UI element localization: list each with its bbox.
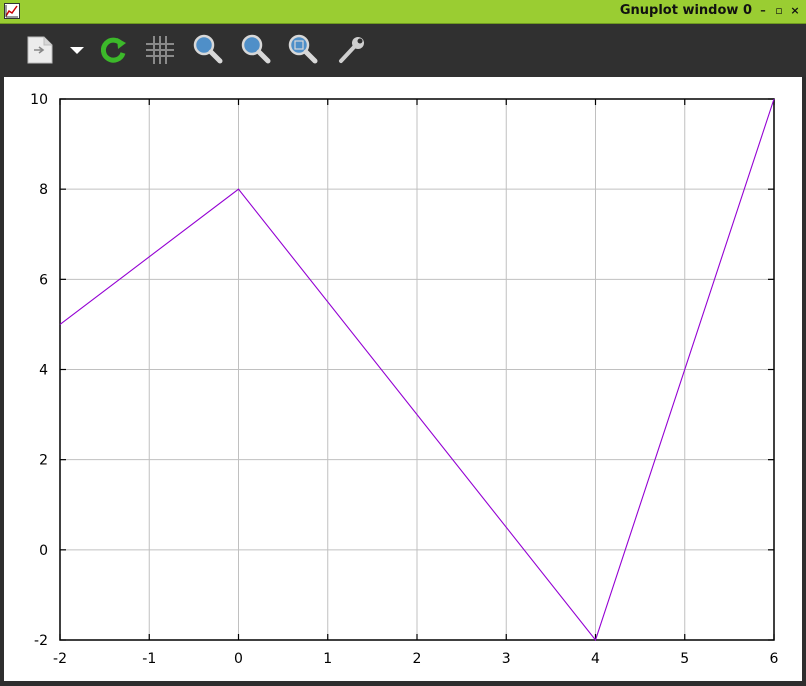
toolbar <box>0 24 806 77</box>
x-tick-label: 0 <box>234 651 243 667</box>
autoscale-icon <box>288 34 318 64</box>
x-tick-label: -1 <box>142 651 156 667</box>
x-tick-label: 3 <box>502 651 511 667</box>
gnuplot-app-icon[interactable] <box>4 3 20 19</box>
x-tick-label: 2 <box>413 651 422 667</box>
autoscale-button[interactable] <box>285 32 321 68</box>
restore-button[interactable]: ▫ <box>772 3 786 19</box>
x-tick-label: 6 <box>770 651 779 667</box>
export-dropdown-button[interactable] <box>62 32 90 68</box>
replot-button[interactable] <box>95 32 131 68</box>
export-dropdown-icon <box>70 47 84 54</box>
replot-icon <box>100 37 126 63</box>
y-tick-label: 0 <box>39 543 48 559</box>
zoom-previous-button[interactable] <box>190 32 226 68</box>
line-chart: -2 -1 0 1 2 3 4 5 6 -2 0 2 4 6 8 10 <box>30 92 779 667</box>
gnuplot-window: Gnuplot window 0 – ▫ × -2 -1 0 1 2 3 4 5… <box>0 0 806 686</box>
y-tick-label: 4 <box>39 363 48 379</box>
zoom-next-icon <box>241 34 271 64</box>
y-tick-label: 2 <box>39 453 48 469</box>
plot-canvas[interactable]: -2 -1 0 1 2 3 4 5 6 -2 0 2 4 6 8 10 <box>4 77 802 681</box>
y-tick-label: -2 <box>34 633 48 649</box>
settings-button[interactable] <box>333 32 369 68</box>
zoom-previous-icon <box>193 34 223 64</box>
y-tick-label: 10 <box>30 92 48 108</box>
settings-icon <box>339 37 364 63</box>
title-bar[interactable]: Gnuplot window 0 – ▫ × <box>0 0 806 24</box>
x-tick-label: -2 <box>53 651 67 667</box>
close-button[interactable]: × <box>788 3 802 19</box>
export-icon <box>27 36 53 64</box>
grid-button[interactable] <box>142 32 178 68</box>
grid-icon <box>146 36 174 64</box>
x-tick-label: 5 <box>680 651 689 667</box>
y-tick-label: 8 <box>39 182 48 198</box>
x-tick-label: 4 <box>591 651 600 667</box>
zoom-next-button[interactable] <box>238 32 274 68</box>
window-title: Gnuplot window 0 <box>619 3 752 18</box>
export-button[interactable] <box>22 32 58 68</box>
minimize-button[interactable]: – <box>756 3 770 19</box>
x-tick-label: 1 <box>323 651 332 667</box>
y-tick-label: 6 <box>39 272 48 288</box>
